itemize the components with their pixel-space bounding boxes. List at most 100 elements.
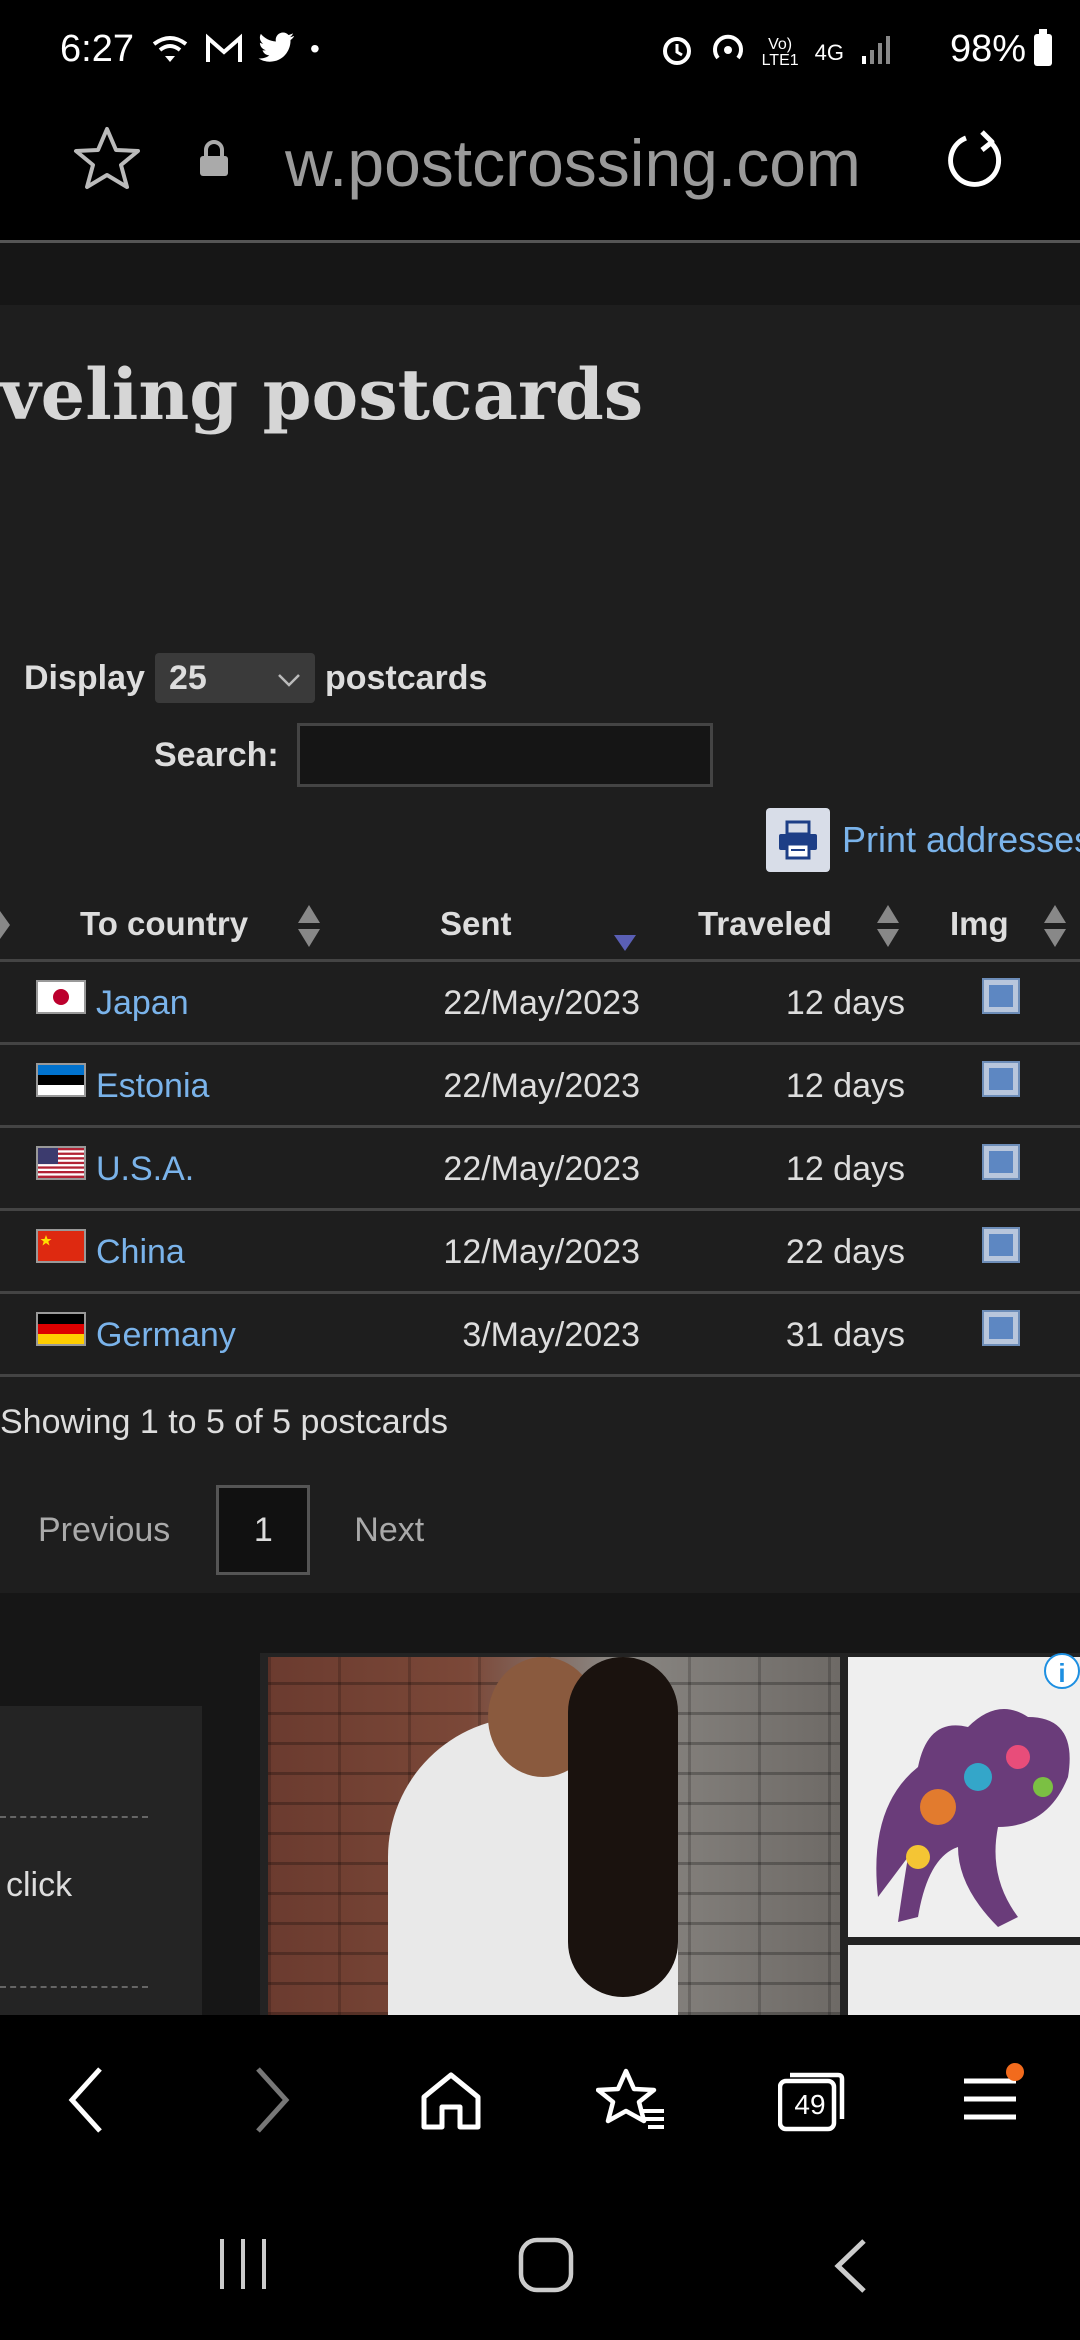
notification-badge xyxy=(1006,2063,1024,2081)
image-icon[interactable] xyxy=(982,1061,1020,1097)
dot-icon: • xyxy=(310,33,320,64)
traveled-days: 12 days xyxy=(785,984,905,1022)
ad-info-icon[interactable]: i xyxy=(1044,1653,1080,1689)
system-navigation-bar xyxy=(0,2195,1080,2340)
gmail-icon xyxy=(204,32,244,75)
image-icon[interactable] xyxy=(982,1144,1020,1180)
url-field[interactable]: w.postcrossing.com xyxy=(285,125,861,201)
traveled-days: 12 days xyxy=(785,1067,905,1105)
system-back-icon[interactable] xyxy=(830,2237,870,2300)
page-title: veling postcards xyxy=(0,353,644,436)
pagination: Previous 1 Next xyxy=(38,1485,424,1575)
back-icon[interactable] xyxy=(66,2065,106,2140)
volte-icon: Vo) LTE1 xyxy=(761,36,799,69)
network-type-icon: 4G xyxy=(814,40,844,65)
usa-flag-icon xyxy=(36,1146,86,1180)
battery-level: 98% xyxy=(949,28,1026,70)
country-link[interactable]: Germany xyxy=(96,1316,236,1355)
forward-icon[interactable] xyxy=(252,2065,292,2140)
traveled-days: 12 days xyxy=(785,1150,905,1188)
search-label: Search: xyxy=(154,735,279,774)
browser-bottom-nav: 49 xyxy=(0,2015,1080,2195)
display-label: Display xyxy=(24,658,145,697)
country-link[interactable]: China xyxy=(96,1233,185,1272)
search-control: Search: xyxy=(154,723,713,787)
print-addresses-link[interactable]: Print addresses xyxy=(766,808,1080,872)
status-time: 6:27 xyxy=(60,28,134,70)
country-link[interactable]: Japan xyxy=(96,984,189,1023)
ad-person-hair xyxy=(568,1657,678,1997)
sidebar-box: click xyxy=(0,1706,202,2015)
country-link[interactable]: U.S.A. xyxy=(96,1150,194,1189)
page-1-button[interactable]: 1 xyxy=(216,1485,311,1575)
estonia-flag-icon xyxy=(36,1063,86,1097)
chevron-down-icon xyxy=(275,663,303,702)
sort-icon[interactable] xyxy=(296,903,322,957)
table-row: Germany 3/May/2023 31 days xyxy=(0,1294,1080,1377)
next-button[interactable]: Next xyxy=(354,1511,424,1550)
recent-apps-icon[interactable] xyxy=(216,2237,270,2296)
column-header-img[interactable]: Img xyxy=(950,905,1009,943)
column-header-to-country[interactable]: To country xyxy=(80,905,248,943)
table-header: To country Sent Traveled Img xyxy=(0,893,1080,962)
display-length-control: Display 25 postcards xyxy=(24,653,487,703)
home-icon[interactable] xyxy=(418,2069,484,2138)
print-addresses-label: Print addresses xyxy=(842,819,1080,860)
signal-icon xyxy=(860,34,890,72)
sort-desc-active-icon[interactable] xyxy=(612,923,638,961)
sent-date: 3/May/2023 xyxy=(462,1316,640,1354)
lock-icon xyxy=(198,140,230,183)
twitter-icon xyxy=(258,32,296,75)
system-home-icon[interactable] xyxy=(518,2237,574,2298)
table-row: China 12/May/2023 22 days xyxy=(0,1211,1080,1294)
sidebar-text[interactable]: click xyxy=(6,1866,72,1905)
battery: 98% xyxy=(950,28,1052,71)
japan-flag-icon xyxy=(36,980,86,1014)
sent-date: 22/May/2023 xyxy=(443,1067,640,1105)
web-page: veling postcards Display 25 postcards Se… xyxy=(0,243,1080,2015)
china-flag-icon xyxy=(36,1229,86,1263)
display-count-select[interactable]: 25 xyxy=(154,653,315,703)
country-link[interactable]: Estonia xyxy=(96,1067,209,1106)
reload-icon[interactable] xyxy=(940,128,1006,199)
bookmark-star-icon[interactable] xyxy=(72,124,142,199)
divider xyxy=(0,1986,148,1988)
image-icon[interactable] xyxy=(982,1227,1020,1263)
sent-date: 22/May/2023 xyxy=(443,984,640,1022)
traveled-days: 22 days xyxy=(785,1233,905,1271)
traveled-days: 31 days xyxy=(785,1316,905,1354)
table-row: U.S.A. 22/May/2023 12 days xyxy=(0,1128,1080,1211)
table-info: Showing 1 to 5 of 5 postcards xyxy=(0,1403,448,1441)
alarm-icon xyxy=(660,32,694,74)
ad-photo[interactable] xyxy=(268,1657,840,2015)
column-header-sent[interactable]: Sent xyxy=(440,905,512,943)
sent-date: 12/May/2023 xyxy=(443,1233,640,1271)
column-header-traveled[interactable]: Traveled xyxy=(698,905,832,943)
table-row: Japan 22/May/2023 12 days xyxy=(0,962,1080,1045)
image-icon[interactable] xyxy=(982,1310,1020,1346)
tab-count: 49 xyxy=(794,2089,826,2120)
system-icons: Vo) LTE1 4G xyxy=(660,32,890,74)
notification-icons: • xyxy=(150,32,320,75)
search-input[interactable] xyxy=(296,723,713,787)
site-nav-strip xyxy=(0,243,1080,305)
battery-icon xyxy=(1034,28,1052,66)
ad-cat-image[interactable] xyxy=(848,1657,1080,1937)
sort-icon[interactable] xyxy=(0,903,14,957)
germany-flag-icon xyxy=(36,1312,86,1346)
bookmarks-icon[interactable] xyxy=(595,2067,666,2138)
status-bar: 6:27 • Vo) LTE1 4G 98% xyxy=(0,0,1080,100)
tabs-button[interactable]: 49 xyxy=(777,2071,846,2138)
previous-button[interactable]: Previous xyxy=(38,1511,170,1550)
display-suffix: postcards xyxy=(324,658,488,697)
ad-product-image[interactable] xyxy=(848,1945,1080,2015)
printer-icon xyxy=(766,808,830,872)
sent-date: 22/May/2023 xyxy=(443,1150,640,1188)
hotspot-icon xyxy=(710,32,746,74)
menu-icon[interactable] xyxy=(962,2063,1024,2128)
advertisement[interactable]: i xyxy=(260,1653,1080,2015)
image-icon[interactable] xyxy=(982,978,1020,1014)
table-row: Estonia 22/May/2023 12 days xyxy=(0,1045,1080,1128)
sort-icon[interactable] xyxy=(1042,903,1068,957)
sort-icon[interactable] xyxy=(875,903,901,957)
